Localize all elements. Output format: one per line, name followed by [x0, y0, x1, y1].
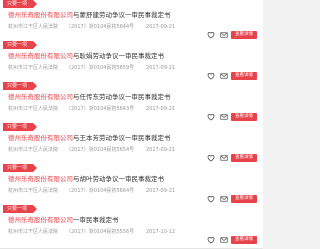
item-title[interactable]: 德州乐奇股份有限公司与耿娟劳动争议一审民事裁定书	[8, 52, 164, 60]
title-suffix: 与王本芳劳动争议一审民事裁定书	[73, 134, 171, 142]
case-number: （2017）浙0104民初5664号	[66, 188, 135, 194]
heart-icon[interactable]	[207, 236, 215, 244]
title-suffix: 与任传东劳动争议一审民事裁定书	[73, 93, 171, 101]
company-name: 德州乐奇股份有限公司	[8, 134, 73, 142]
status-tag: 只要一项	[3, 164, 38, 172]
status-tag: 只要一项	[3, 205, 38, 213]
status-tag: 只要一项	[3, 123, 38, 131]
item-meta: 杭州市江干区人民法院 （2017）浙0104民初5644号 2017-09-21	[8, 23, 175, 31]
court-name: 杭州市江干区人民法院	[8, 188, 59, 194]
mail-icon[interactable]	[220, 195, 228, 203]
date: 2017-09-21	[146, 24, 176, 30]
item-meta: 杭州市江干区人民法院 （2017）浙0104民初5556号 2017-10-12	[8, 228, 175, 236]
date: 2017-09-21	[146, 147, 176, 153]
case-number: （2017）浙0104民初5659号	[66, 65, 135, 71]
date: 2017-09-21	[146, 188, 176, 194]
date: 2017-09-21	[146, 65, 176, 71]
status-tag: 只要一项	[3, 82, 38, 90]
list-item[interactable]: 只要一项 德州乐奇股份有限公司与耿娟劳动争议一审民事裁定书 杭州市江干区人民法院…	[0, 41, 263, 85]
view-details-button[interactable]: 查看详情	[231, 31, 257, 39]
title-suffix: 与胡叶劳动争议一审民事裁定书	[73, 175, 164, 183]
court-name: 杭州市江干区人民法院	[8, 229, 59, 235]
status-tag: 只要一项	[3, 41, 38, 49]
view-details-button[interactable]: 查看详情	[231, 113, 257, 121]
status-tag: 只要一项	[3, 0, 38, 8]
case-number: （2017）浙0104民初5654号	[66, 147, 135, 153]
date: 2017-09-21	[146, 106, 176, 112]
list-item[interactable]: 只要一项 德州乐奇股份有限公司与蒙舒建劳动争议一审民事裁定书 杭州市江干区人民法…	[0, 0, 263, 44]
list-item[interactable]: 只要一项 德州乐奇股份有限公司与王本芳劳动争议一审民事裁定书 杭州市江干区人民法…	[0, 123, 263, 167]
item-meta: 杭州市江干区人民法院 （2017）浙0104民初5659号 2017-09-21	[8, 64, 175, 72]
heart-icon[interactable]	[207, 72, 215, 80]
heart-icon[interactable]	[207, 31, 215, 39]
item-title[interactable]: 德州乐奇股份有限公司与王本芳劳动争议一审民事裁定书	[8, 134, 171, 142]
item-meta: 杭州市江干区人民法院 （2017）浙0104民初5643号 2017-09-21	[8, 105, 175, 113]
court-name: 杭州市江干区人民法院	[8, 147, 59, 153]
list-item[interactable]: 只要一项 德州乐奇股份有限公司一审民事裁定书 杭州市江干区人民法院 （2017）浙…	[0, 205, 263, 249]
company-name: 德州乐奇股份有限公司	[8, 175, 73, 183]
date: 2017-10-12	[146, 229, 176, 235]
court-name: 杭州市江干区人民法院	[8, 106, 59, 112]
company-name: 德州乐奇股份有限公司	[8, 93, 73, 101]
company-name: 德州乐奇股份有限公司	[8, 216, 73, 224]
judgment-list: 只要一项 德州乐奇股份有限公司与蒙舒建劳动争议一审民事裁定书 杭州市江干区人民法…	[0, 0, 263, 249]
mail-icon[interactable]	[220, 113, 228, 121]
view-details-button[interactable]: 查看详情	[231, 72, 257, 80]
mail-icon[interactable]	[220, 236, 228, 244]
item-title[interactable]: 德州乐奇股份有限公司一审民事裁定书	[8, 216, 119, 224]
mail-icon[interactable]	[220, 72, 228, 80]
item-meta: 杭州市江干区人民法院 （2017）浙0104民初5654号 2017-09-21	[8, 146, 175, 154]
court-name: 杭州市江干区人民法院	[8, 24, 59, 30]
court-name: 杭州市江干区人民法院	[8, 65, 59, 71]
title-suffix: 与耿娟劳动争议一审民事裁定书	[73, 52, 164, 60]
mail-icon[interactable]	[220, 31, 228, 39]
heart-icon[interactable]	[207, 113, 215, 121]
item-title[interactable]: 德州乐奇股份有限公司与任传东劳动争议一审民事裁定书	[8, 93, 171, 101]
item-title[interactable]: 德州乐奇股份有限公司与胡叶劳动争议一审民事裁定书	[8, 175, 164, 183]
case-number: （2017）浙0104民初5644号	[66, 24, 135, 30]
mail-icon[interactable]	[220, 154, 228, 162]
item-meta: 杭州市江干区人民法院 （2017）浙0104民初5664号 2017-09-21	[8, 187, 175, 195]
list-item[interactable]: 只要一项 德州乐奇股份有限公司与胡叶劳动争议一审民事裁定书 杭州市江干区人民法院…	[0, 164, 263, 208]
heart-icon[interactable]	[207, 154, 215, 162]
view-details-button[interactable]: 查看详情	[231, 236, 257, 244]
case-number: （2017）浙0104民初5643号	[66, 106, 135, 112]
company-name: 德州乐奇股份有限公司	[8, 52, 73, 60]
title-suffix: 与蒙舒建劳动争议一审民事裁定书	[73, 11, 171, 19]
heart-icon[interactable]	[207, 195, 215, 203]
list-item[interactable]: 只要一项 德州乐奇股份有限公司与任传东劳动争议一审民事裁定书 杭州市江干区人民法…	[0, 82, 263, 126]
case-number: （2017）浙0104民初5556号	[66, 229, 135, 235]
item-title[interactable]: 德州乐奇股份有限公司与蒙舒建劳动争议一审民事裁定书	[8, 11, 171, 19]
view-details-button[interactable]: 查看详情	[231, 154, 257, 162]
company-name: 德州乐奇股份有限公司	[8, 11, 73, 19]
title-suffix: 一审民事裁定书	[73, 216, 119, 224]
view-details-button[interactable]: 查看详情	[231, 195, 257, 203]
